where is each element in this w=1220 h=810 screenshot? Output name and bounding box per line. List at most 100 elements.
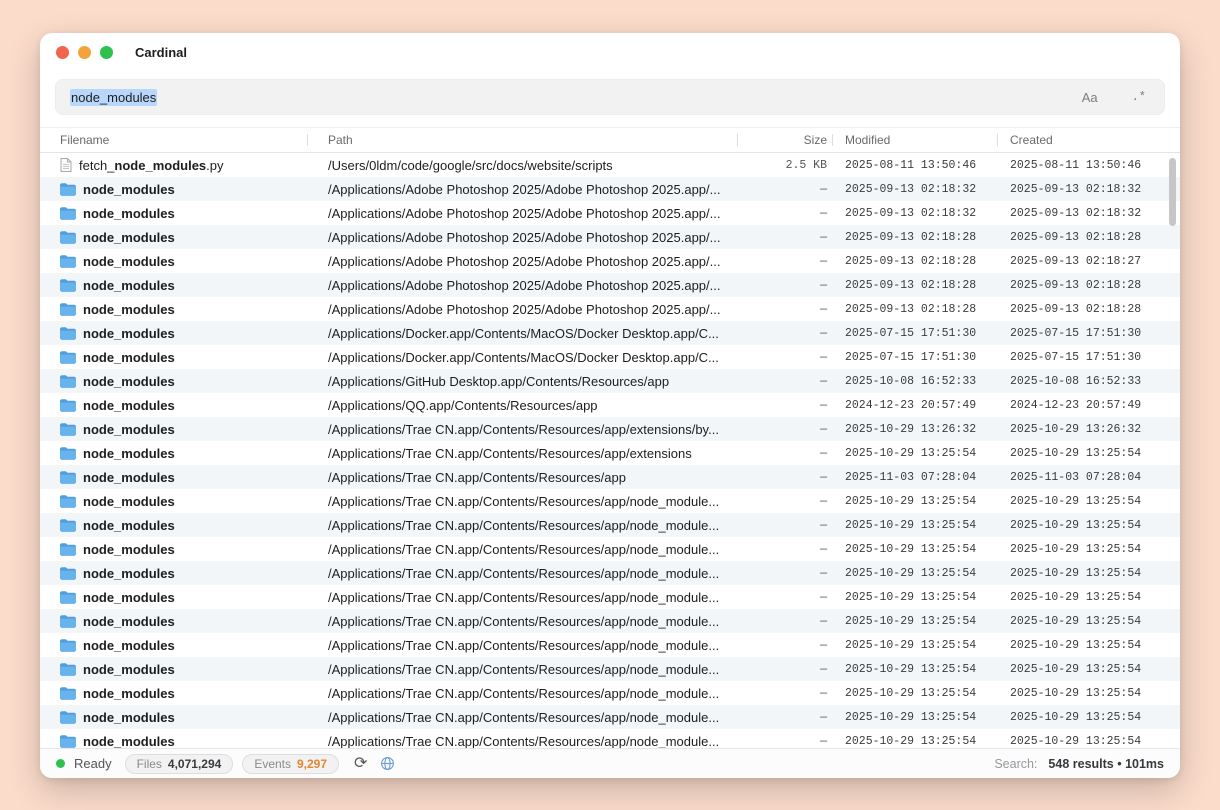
table-row[interactable]: fetch_node_modules.py /Users/0ldm/code/g… bbox=[40, 153, 1180, 177]
table-row[interactable]: node_modules /Applications/Adobe Photosh… bbox=[40, 201, 1180, 225]
row-modified: 2025-09-13 02:18:28 bbox=[833, 249, 998, 273]
row-created: 2025-07-15 17:51:30 bbox=[998, 321, 1158, 345]
row-filename-cell: node_modules bbox=[40, 273, 308, 297]
row-size: — bbox=[738, 489, 833, 513]
column-header-size[interactable]: Size bbox=[738, 128, 833, 152]
table-row[interactable]: node_modules /Applications/Trae CN.app/C… bbox=[40, 633, 1180, 657]
events-label: Events bbox=[254, 757, 291, 771]
row-filename-cell: node_modules bbox=[40, 369, 308, 393]
row-filename: node_modules bbox=[83, 614, 175, 629]
row-path: /Applications/Adobe Photoshop 2025/Adobe… bbox=[308, 297, 738, 321]
column-header-created[interactable]: Created bbox=[998, 128, 1158, 152]
row-created: 2025-10-29 13:25:54 bbox=[998, 705, 1158, 729]
row-size: — bbox=[738, 561, 833, 585]
refresh-button[interactable]: ⟳ bbox=[354, 756, 367, 772]
table-row[interactable]: node_modules /Applications/Trae CN.app/C… bbox=[40, 537, 1180, 561]
row-filename: node_modules bbox=[83, 470, 175, 485]
table-row[interactable]: node_modules /Applications/Trae CN.app/C… bbox=[40, 417, 1180, 441]
row-filename-cell: node_modules bbox=[40, 441, 308, 465]
traffic-lights bbox=[56, 46, 113, 59]
ready-label: Ready bbox=[74, 756, 112, 771]
table-row[interactable]: node_modules /Applications/Docker.app/Co… bbox=[40, 321, 1180, 345]
table-body: fetch_node_modules.py /Users/0ldm/code/g… bbox=[40, 153, 1180, 748]
row-filename: node_modules bbox=[83, 542, 175, 557]
row-modified: 2025-10-29 13:25:54 bbox=[833, 513, 998, 537]
row-size: — bbox=[738, 465, 833, 489]
row-size: — bbox=[738, 177, 833, 201]
row-created: 2025-09-13 02:18:32 bbox=[998, 177, 1158, 201]
table-row[interactable]: node_modules /Applications/Trae CN.app/C… bbox=[40, 609, 1180, 633]
table-row[interactable]: node_modules /Applications/Trae CN.app/C… bbox=[40, 561, 1180, 585]
status-bar: Ready Files 4,071,294 Events 9,297 ⟳ Sea… bbox=[40, 748, 1180, 778]
column-header-path[interactable]: Path bbox=[308, 128, 738, 152]
table-row[interactable]: node_modules /Applications/Adobe Photosh… bbox=[40, 177, 1180, 201]
column-header-modified[interactable]: Modified bbox=[833, 128, 998, 152]
table-row[interactable]: node_modules /Applications/Adobe Photosh… bbox=[40, 273, 1180, 297]
table-row[interactable]: node_modules /Applications/Trae CN.app/C… bbox=[40, 513, 1180, 537]
row-filename-cell: node_modules bbox=[40, 465, 308, 489]
row-path: /Applications/Adobe Photoshop 2025/Adobe… bbox=[308, 225, 738, 249]
folder-icon bbox=[60, 567, 76, 580]
table-row[interactable]: node_modules /Applications/Adobe Photosh… bbox=[40, 249, 1180, 273]
row-path: /Applications/GitHub Desktop.app/Content… bbox=[308, 369, 738, 393]
row-filename: node_modules bbox=[83, 278, 175, 293]
row-path: /Applications/Trae CN.app/Contents/Resou… bbox=[308, 609, 738, 633]
folder-icon bbox=[60, 423, 76, 436]
row-path: /Applications/Adobe Photoshop 2025/Adobe… bbox=[308, 177, 738, 201]
file-icon bbox=[60, 158, 72, 172]
table-row[interactable]: node_modules /Applications/Trae CN.app/C… bbox=[40, 465, 1180, 489]
regex-toggle[interactable]: .* bbox=[1128, 88, 1150, 106]
row-path: /Applications/Trae CN.app/Contents/Resou… bbox=[308, 489, 738, 513]
search-stats-value: 548 results • 101ms bbox=[1048, 757, 1164, 771]
row-path: /Applications/Docker.app/Contents/MacOS/… bbox=[308, 321, 738, 345]
table-row[interactable]: node_modules /Applications/Adobe Photosh… bbox=[40, 225, 1180, 249]
folder-icon bbox=[60, 663, 76, 676]
row-created: 2025-10-29 13:25:54 bbox=[998, 537, 1158, 561]
table-row[interactable]: node_modules /Applications/Adobe Photosh… bbox=[40, 297, 1180, 321]
row-filename-cell: node_modules bbox=[40, 609, 308, 633]
files-pill[interactable]: Files 4,071,294 bbox=[125, 754, 234, 774]
row-created: 2025-10-29 13:25:54 bbox=[998, 441, 1158, 465]
table-row[interactable]: node_modules /Applications/Trae CN.app/C… bbox=[40, 489, 1180, 513]
minimize-button[interactable] bbox=[78, 46, 91, 59]
row-created: 2025-09-13 02:18:32 bbox=[998, 201, 1158, 225]
row-filename-cell: node_modules bbox=[40, 393, 308, 417]
row-path: /Applications/QQ.app/Contents/Resources/… bbox=[308, 393, 738, 417]
row-created: 2025-09-13 02:18:28 bbox=[998, 273, 1158, 297]
table-row[interactable]: node_modules /Applications/QQ.app/Conten… bbox=[40, 393, 1180, 417]
table-row[interactable]: node_modules /Applications/Trae CN.app/C… bbox=[40, 585, 1180, 609]
folder-icon bbox=[60, 231, 76, 244]
match-case-toggle[interactable]: Aa bbox=[1078, 88, 1102, 107]
folder-icon bbox=[60, 711, 76, 724]
search-stats-label: Search: bbox=[994, 757, 1037, 771]
row-size: — bbox=[738, 609, 833, 633]
row-path: /Applications/Trae CN.app/Contents/Resou… bbox=[308, 705, 738, 729]
row-path: /Applications/Trae CN.app/Contents/Resou… bbox=[308, 633, 738, 657]
scrollbar-thumb[interactable] bbox=[1169, 158, 1176, 226]
files-count: 4,071,294 bbox=[168, 757, 221, 771]
events-pill[interactable]: Events 9,297 bbox=[242, 754, 339, 774]
table-row[interactable]: node_modules /Applications/Trae CN.app/C… bbox=[40, 681, 1180, 705]
table-row[interactable]: node_modules /Applications/Trae CN.app/C… bbox=[40, 729, 1180, 748]
zoom-button[interactable] bbox=[100, 46, 113, 59]
column-header-filename[interactable]: Filename bbox=[40, 128, 308, 152]
table-row[interactable]: node_modules /Applications/Docker.app/Co… bbox=[40, 345, 1180, 369]
row-filename-cell: node_modules bbox=[40, 345, 308, 369]
row-size: — bbox=[738, 225, 833, 249]
row-filename: node_modules bbox=[83, 710, 175, 725]
row-filename-cell: node_modules bbox=[40, 513, 308, 537]
table-row[interactable]: node_modules /Applications/GitHub Deskto… bbox=[40, 369, 1180, 393]
network-globe-button[interactable] bbox=[380, 756, 395, 771]
row-modified: 2025-07-15 17:51:30 bbox=[833, 345, 998, 369]
search-input[interactable]: node_modules Aa .* bbox=[55, 79, 1165, 115]
table-row[interactable]: node_modules /Applications/Trae CN.app/C… bbox=[40, 441, 1180, 465]
folder-icon bbox=[60, 303, 76, 316]
close-button[interactable] bbox=[56, 46, 69, 59]
row-path: /Applications/Trae CN.app/Contents/Resou… bbox=[308, 537, 738, 561]
row-created: 2025-10-29 13:25:54 bbox=[998, 585, 1158, 609]
row-size: — bbox=[738, 369, 833, 393]
table-row[interactable]: node_modules /Applications/Trae CN.app/C… bbox=[40, 657, 1180, 681]
table-row[interactable]: node_modules /Applications/Trae CN.app/C… bbox=[40, 705, 1180, 729]
row-filename: node_modules bbox=[83, 254, 175, 269]
row-filename: node_modules bbox=[83, 398, 175, 413]
